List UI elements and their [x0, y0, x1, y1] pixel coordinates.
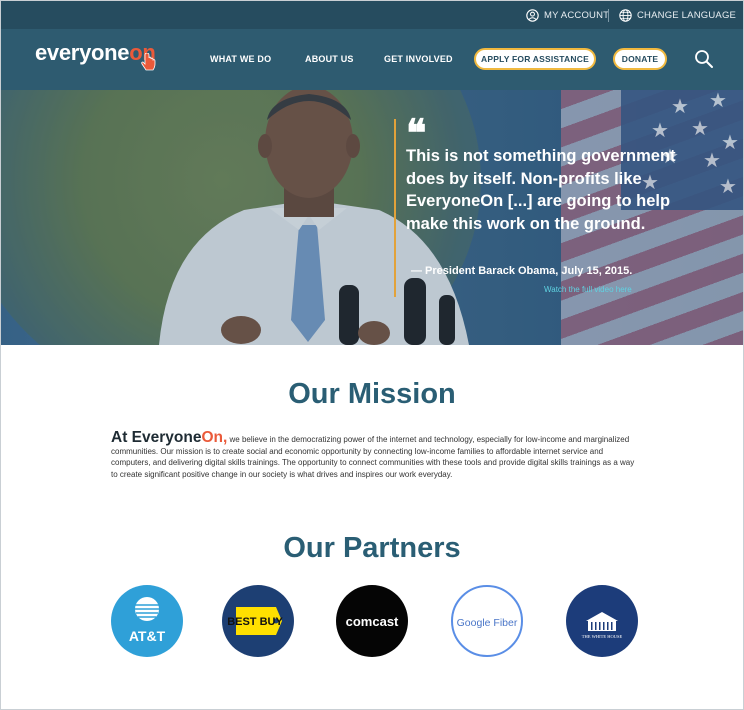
- bestbuy-tag-icon: BEST BUY: [227, 607, 283, 635]
- globe-icon: [619, 8, 632, 22]
- hand-pointer-icon: [141, 53, 156, 71]
- logo-text: everyone: [35, 40, 130, 65]
- partner-bestbuy-logo[interactable]: BEST BUY: [222, 585, 294, 657]
- nav-about-us[interactable]: ABOUT US: [305, 54, 354, 64]
- att-logo-text: AT&T: [129, 628, 166, 644]
- mission-paragraph: At EveryoneOn, we believe in the democra…: [111, 429, 641, 480]
- donate-button[interactable]: DONATE: [613, 48, 667, 70]
- mission-lead-accent: On,: [201, 429, 228, 446]
- everyoneon-logo[interactable]: everyoneon: [35, 40, 156, 66]
- change-language-label: CHANGE LANGUAGE: [637, 9, 737, 21]
- comcast-logo-text: comcast: [346, 614, 399, 629]
- watch-video-link[interactable]: Watch the full video here: [544, 285, 632, 294]
- change-language-link[interactable]: CHANGE LANGUAGE: [619, 7, 736, 23]
- partner-att-logo[interactable]: AT&T: [111, 585, 183, 657]
- mission-lead: At EveryoneOn,: [111, 429, 227, 446]
- mission-heading: Our Mission: [288, 378, 456, 410]
- comcast-wordmark-icon: comcast: [346, 614, 399, 629]
- page-frame: MY ACCOUNT CHANGE LANGUAGE everyoneon WH…: [0, 0, 744, 710]
- main-navigation: everyoneon WHAT WE DO ABOUT US GET INVOL…: [1, 29, 743, 90]
- hero-banner: ★ ★ ★ ★ ★ ★ ★ ★ ★ ❝ This is not somethin…: [1, 90, 743, 345]
- partner-google-fiber-logo[interactable]: Google Fiber: [451, 585, 523, 657]
- apply-for-assistance-button[interactable]: APPLY FOR ASSISTANCE: [474, 48, 596, 70]
- partner-comcast-logo[interactable]: comcast: [336, 585, 408, 657]
- att-globe-icon: AT&T: [129, 597, 166, 644]
- utility-bar: MY ACCOUNT CHANGE LANGUAGE: [1, 1, 743, 29]
- utility-divider: [608, 9, 609, 22]
- google-fiber-logo-text: Google Fiber: [457, 617, 518, 629]
- google-fiber-wordmark-icon: Google Fiber: [457, 617, 518, 629]
- my-account-label: MY ACCOUNT: [544, 9, 610, 21]
- bestbuy-logo-text: BEST BUY: [227, 616, 283, 628]
- white-house-logo-text: THE WHITE HOUSE: [582, 634, 623, 639]
- partner-white-house-logo[interactable]: THE WHITE HOUSE: [566, 585, 638, 657]
- hero-quote: This is not something government does by…: [406, 147, 676, 233]
- user-circle-icon: [526, 8, 539, 22]
- nav-get-involved[interactable]: GET INVOLVED: [384, 54, 453, 64]
- quote-accent-bar: [394, 119, 396, 297]
- mission-lead-prefix: At Everyone: [111, 429, 202, 446]
- partners-heading: Our Partners: [283, 532, 461, 564]
- white-house-building-icon: THE WHITE HOUSE: [582, 612, 623, 639]
- my-account-link[interactable]: MY ACCOUNT: [526, 7, 609, 23]
- search-icon[interactable]: [694, 49, 714, 69]
- nav-what-we-do[interactable]: WHAT WE DO: [210, 54, 271, 64]
- hero-quote-attribution: — President Barack Obama, July 15, 2015.: [411, 265, 633, 277]
